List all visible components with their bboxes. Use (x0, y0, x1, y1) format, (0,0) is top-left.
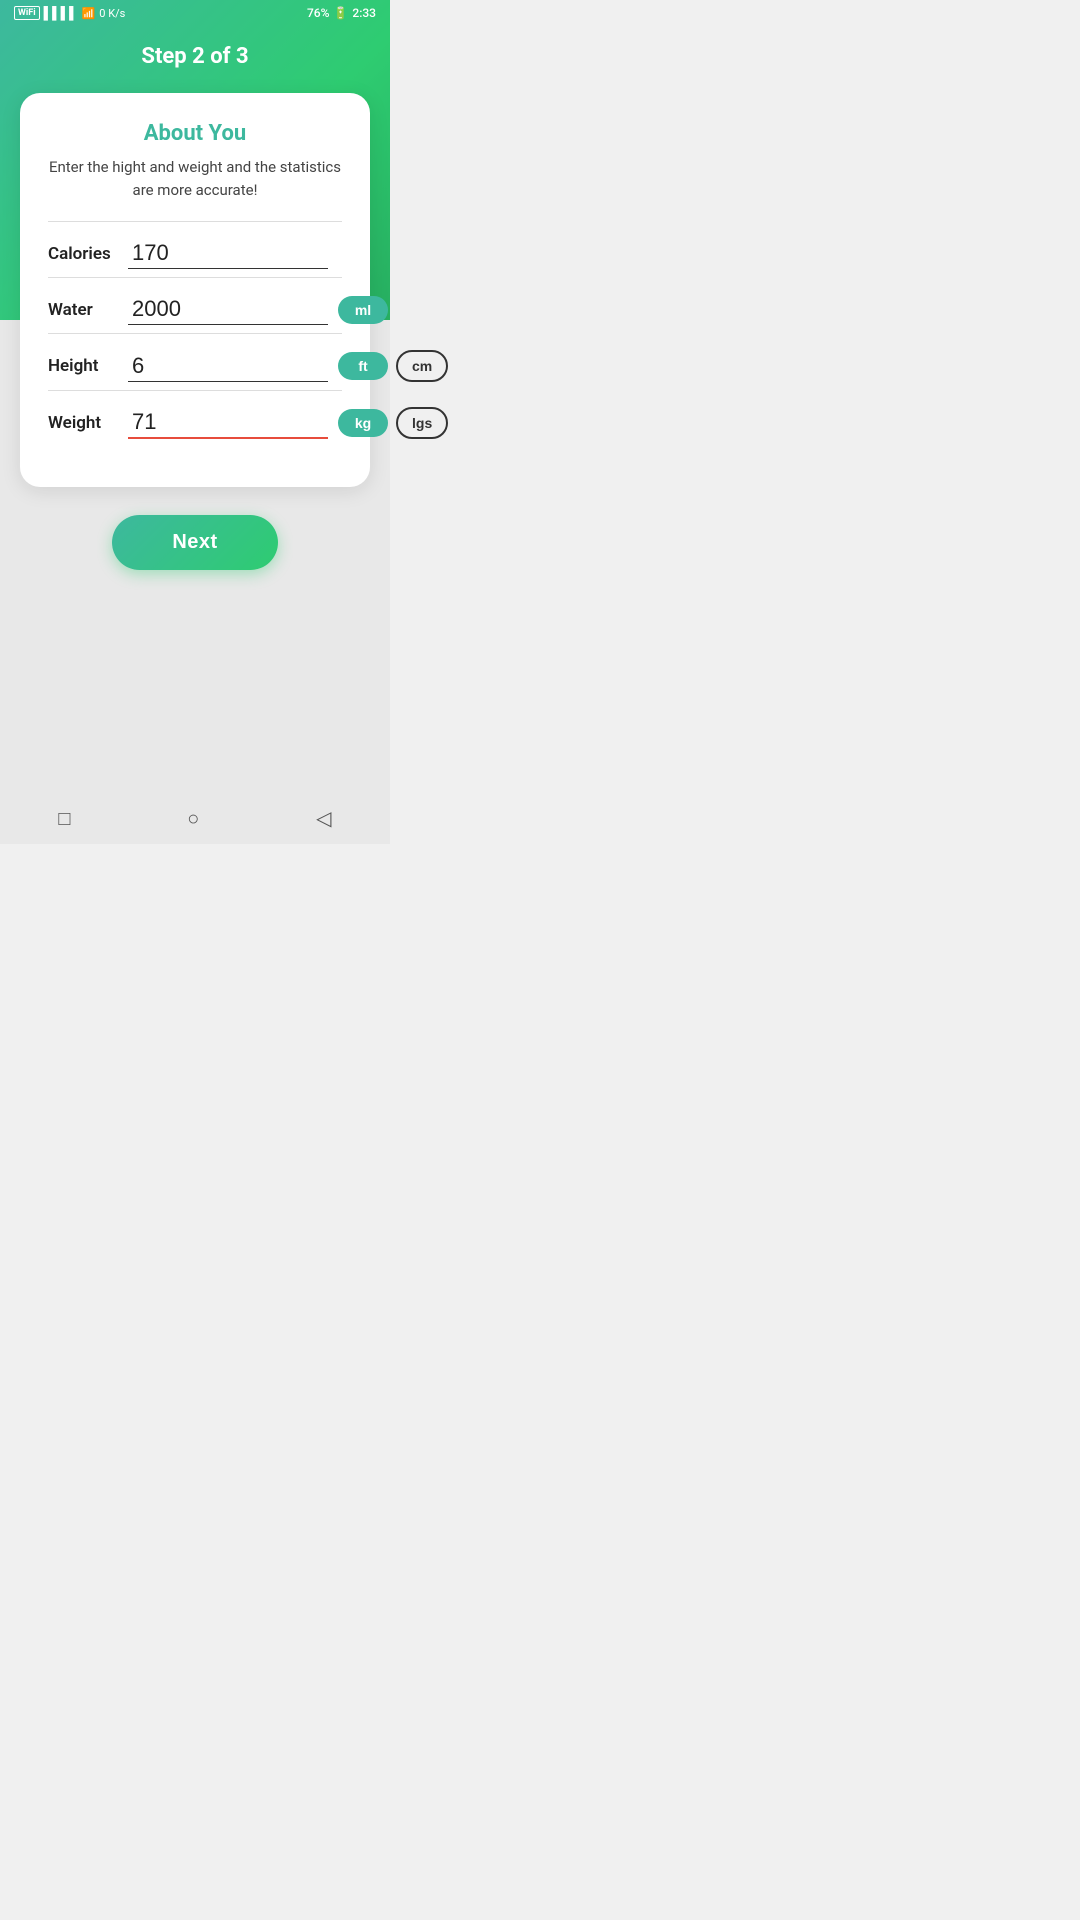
battery-icon: 🔋 (333, 6, 348, 20)
water-label: Water (48, 300, 128, 320)
home-square-icon[interactable]: □ (58, 806, 70, 831)
weight-lgs-button[interactable]: lgs (396, 407, 448, 439)
calories-input[interactable] (128, 238, 328, 269)
form-card: About You Enter the hight and weight and… (20, 93, 370, 487)
calories-row: Calories (48, 222, 342, 278)
height-input[interactable] (128, 351, 328, 382)
next-button-wrapper: Next (112, 515, 277, 570)
height-cm-button[interactable]: cm (396, 350, 448, 382)
wifi-signal-icon: 📶 (82, 7, 96, 20)
back-triangle-icon[interactable]: ◁ (316, 806, 331, 830)
height-label: Height (48, 356, 128, 376)
water-ml-button[interactable]: ml (338, 296, 388, 324)
step-title: Step 2 of 3 (141, 44, 248, 69)
card-title: About You (48, 121, 342, 146)
home-circle-icon[interactable]: ○ (187, 806, 199, 831)
weight-unit-buttons: kg lgs (338, 407, 448, 439)
water-unit-buttons: ml (338, 296, 388, 324)
weight-label: Weight (48, 413, 128, 433)
main-content: Step 2 of 3 About You Enter the hight an… (0, 24, 390, 844)
nav-bar: □ ○ ◁ (0, 792, 390, 844)
height-row: Height ft cm (48, 334, 342, 391)
weight-kg-button[interactable]: kg (338, 409, 388, 437)
weight-row: Weight kg lgs (48, 391, 342, 447)
signal-icon: ▌▌▌▌ (44, 6, 78, 20)
calories-label: Calories (48, 244, 128, 264)
water-row: Water ml (48, 278, 342, 334)
battery-percent: 76% (307, 6, 329, 20)
clock: 2:33 (352, 6, 376, 20)
height-unit-buttons: ft cm (338, 350, 448, 382)
status-right: 76% 🔋 2:33 (307, 6, 376, 20)
water-input[interactable] (128, 294, 328, 325)
data-speed: 0 K/s (99, 8, 125, 19)
wifi-icon: WiFi (14, 6, 40, 20)
status-bar: WiFi ▌▌▌▌ 📶 0 K/s 76% 🔋 2:33 (0, 0, 390, 24)
card-subtitle: Enter the hight and weight and the stati… (48, 156, 342, 201)
next-button[interactable]: Next (112, 515, 277, 570)
height-ft-button[interactable]: ft (338, 352, 388, 380)
status-left: WiFi ▌▌▌▌ 📶 0 K/s (14, 6, 125, 20)
weight-input[interactable] (128, 407, 328, 439)
